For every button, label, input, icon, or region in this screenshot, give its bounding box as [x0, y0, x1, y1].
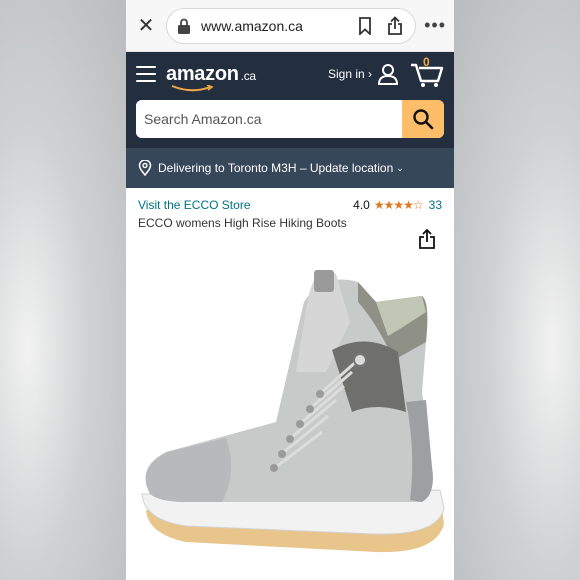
cart-button[interactable]: 0: [410, 55, 444, 89]
logo-smile-icon: [171, 84, 214, 91]
search-input[interactable]: [136, 100, 402, 138]
rating-value: 4.0: [353, 198, 370, 212]
user-icon: [377, 64, 399, 85]
rating-count: 33: [428, 198, 442, 212]
rating-summary[interactable]: 4.0 ★★★★☆ 33: [353, 198, 442, 212]
lock-icon: [178, 18, 190, 34]
search-icon: [413, 109, 434, 130]
star-rating-icon: ★★★★☆: [373, 198, 424, 212]
search-button[interactable]: [402, 100, 444, 138]
hamburger-menu-icon[interactable]: [136, 66, 156, 82]
delivery-location-bar[interactable]: Delivering to Toronto M3H – Update locat…: [126, 148, 454, 188]
right-blurred-backdrop: [454, 0, 580, 580]
share-icon[interactable]: [385, 15, 405, 36]
store-link[interactable]: Visit the ECCO Store: [138, 198, 251, 212]
product-title: ECCO womens High Rise Hiking Boots: [138, 216, 347, 230]
close-icon[interactable]: ✕: [134, 14, 158, 38]
sign-in-link[interactable]: Sign in ›: [328, 62, 400, 86]
share-icon[interactable]: [416, 228, 438, 250]
bookmark-icon[interactable]: [355, 16, 375, 36]
logo-text: amazon: [166, 62, 239, 85]
cart-count: 0: [423, 55, 430, 69]
left-blurred-backdrop: [0, 0, 126, 580]
url-text: www.amazon.ca: [201, 17, 303, 34]
phone-screen: ✕ www.amazon.ca ••• amazon .ca Sign in ›…: [126, 0, 454, 580]
search-box: [136, 100, 444, 138]
amazon-header: amazon .ca Sign in › 0: [126, 52, 454, 148]
sign-in-label: Sign in ›: [327, 67, 372, 81]
product-image[interactable]: [126, 262, 454, 562]
delivery-text: Delivering to Toronto M3H – Update locat…: [158, 161, 394, 175]
more-icon[interactable]: •••: [424, 15, 446, 36]
amazon-logo[interactable]: amazon .ca: [166, 62, 256, 91]
address-bar[interactable]: www.amazon.ca: [166, 7, 416, 44]
browser-toolbar: ✕ www.amazon.ca •••: [126, 0, 454, 52]
chevron-down-icon: ⌄: [396, 162, 404, 173]
product-info: Visit the ECCO Store 4.0 ★★★★☆ 33 ECCO w…: [126, 188, 454, 230]
location-pin-icon: [138, 160, 152, 176]
logo-tld: .ca: [240, 68, 256, 83]
